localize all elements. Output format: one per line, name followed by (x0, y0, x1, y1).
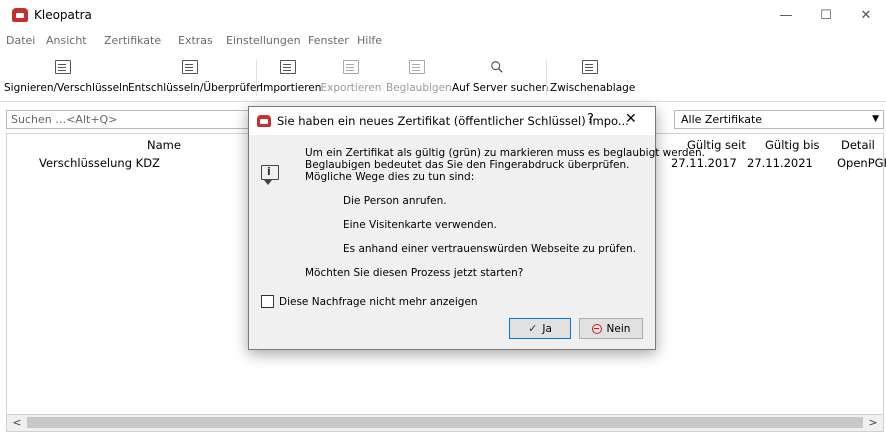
column-header-details[interactable]: Detail (841, 138, 875, 152)
decrypt-verify-icon (182, 60, 198, 74)
toolbar-separator (546, 60, 547, 96)
kleopatra-app-icon (12, 8, 28, 22)
decrypt-verify-label: Entschlüsseln/Überprüfen (128, 82, 263, 94)
lookup-server-label: Auf Server suchen (452, 82, 549, 94)
dialog-message-line2: Beglaubigen bedeutet das Sie den Fingera… (305, 159, 630, 171)
column-header-valid-until[interactable]: Gültig bis (765, 138, 820, 152)
search-icon (491, 61, 503, 73)
dialog-message-line3: Mögliche Wege dies zu tun sind: (305, 171, 475, 183)
sign-encrypt-label: Signieren/Verschlüsseln (4, 82, 129, 94)
sign-encrypt-icon (55, 60, 71, 74)
import-icon (280, 60, 296, 74)
yes-button[interactable]: ✓ Ja (509, 318, 571, 339)
chevron-down-icon: ▼ (872, 114, 879, 124)
clipboard-label: Zwischenablage (550, 82, 636, 94)
horizontal-scrollbar[interactable]: < > (6, 415, 884, 432)
menu-datei[interactable]: Datei (6, 34, 35, 47)
toolbar: Signieren/Verschlüsseln Entschlüsseln/Üb… (0, 52, 886, 102)
dialog-title: Sie haben ein neues Zertifikat (öffentli… (277, 114, 629, 128)
import-label: Importieren (260, 82, 322, 94)
title-bar: Kleopatra — ☐ ✕ (0, 0, 886, 30)
clipboard-icon (582, 60, 598, 74)
close-window-button[interactable]: ✕ (846, 0, 886, 30)
certify-prompt-dialog: Sie haben ein neues Zertifikat (öffentli… (248, 106, 705, 350)
no-button-label: Nein (606, 322, 631, 335)
check-icon: ✓ (528, 322, 538, 335)
info-message-icon (261, 165, 279, 185)
export-label: Exportieren (320, 82, 382, 94)
help-button[interactable]: ? (587, 112, 594, 127)
window-title: Kleopatra (34, 8, 92, 22)
lookup-server-button[interactable]: Auf Server suchen (452, 52, 549, 100)
table-row-details[interactable]: OpenPGF (837, 156, 886, 170)
menu-zertifikate[interactable]: Zertifikate (104, 34, 161, 47)
minimize-button[interactable]: — (766, 0, 806, 30)
certify-label: Beglaubigen (386, 82, 452, 94)
kleopatra-dialog-icon (257, 115, 271, 127)
filter-selected-value: Alle Zertifikate (681, 113, 763, 126)
menu-hilfe[interactable]: Hilfe (357, 34, 382, 47)
certify-icon (409, 60, 425, 74)
scrollbar-thumb[interactable] (27, 417, 863, 428)
cancel-circle-icon (591, 323, 602, 334)
toolbar-separator (256, 60, 257, 96)
certificate-filter-select[interactable]: Alle Zertifikate ▼ (674, 110, 884, 129)
decrypt-verify-button[interactable]: Entschlüsseln/Überprüfen (128, 52, 263, 100)
dialog-title-bar: Sie haben ein neues Zertifikat (öffentli… (249, 107, 655, 135)
dialog-option-2: Eine Visitenkarte verwenden. (343, 219, 497, 231)
export-button[interactable]: Exportieren (320, 52, 382, 100)
dialog-question: Möchten Sie diesen Prozess jetzt starten… (305, 267, 524, 279)
menu-extras[interactable]: Extras (178, 34, 213, 47)
no-button[interactable]: Nein (579, 318, 643, 339)
dialog-close-button[interactable]: ✕ (625, 111, 637, 127)
scroll-left-arrow-icon[interactable]: < (9, 416, 25, 430)
menu-ansicht[interactable]: Ansicht (46, 34, 87, 47)
dont-ask-again-checkbox[interactable] (261, 295, 274, 308)
menu-einstellungen[interactable]: Einstellungen (226, 34, 301, 47)
certify-button[interactable]: Beglaubigen (386, 52, 452, 100)
search-input[interactable]: Suchen …<Alt+Q> (6, 110, 270, 129)
maximize-button[interactable]: ☐ (806, 0, 846, 30)
dont-ask-again-label[interactable]: Diese Nachfrage nicht mehr anzeigen (279, 296, 478, 308)
yes-button-label: Ja (542, 322, 552, 335)
menu-bar: Datei Ansicht Zertifikate Extras Einstel… (0, 30, 886, 52)
export-icon (343, 60, 359, 74)
scroll-right-arrow-icon[interactable]: > (865, 416, 881, 430)
dialog-message-line1: Um ein Zertifikat als gültig (grün) zu m… (305, 147, 705, 159)
menu-fenster[interactable]: Fenster (308, 34, 349, 47)
column-header-name[interactable]: Name (147, 138, 181, 152)
clipboard-button[interactable]: Zwischenablage (550, 52, 636, 100)
sign-encrypt-button[interactable]: Signieren/Verschlüsseln (4, 52, 129, 100)
import-button[interactable]: Importieren (260, 52, 322, 100)
dialog-option-3: Es anhand einer vertrauenswürden Webseit… (343, 243, 636, 255)
table-row-valid-until[interactable]: 27.11.2021 (747, 156, 813, 170)
table-row-name[interactable]: Verschlüsselung KDZ (39, 156, 160, 170)
dialog-option-1: Die Person anrufen. (343, 195, 447, 207)
